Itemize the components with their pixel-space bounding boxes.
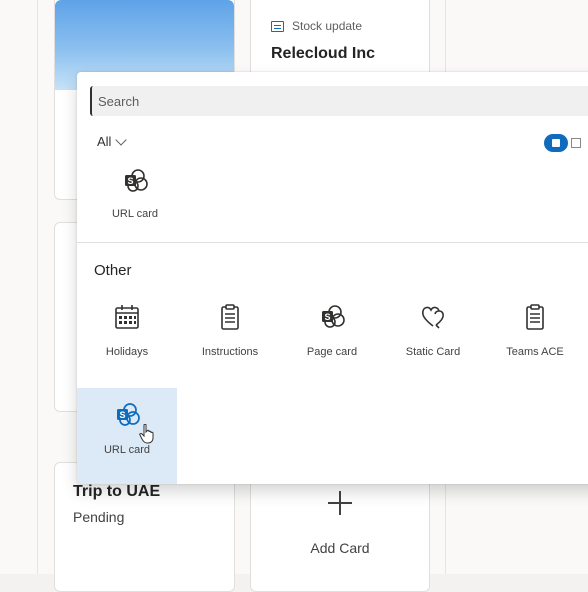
card-tile-static-card[interactable]: Static Card xyxy=(383,294,483,374)
add-icon xyxy=(328,491,352,515)
card-tile-page-card[interactable]: S Page card xyxy=(282,294,382,374)
card-tile-label: URL card xyxy=(111,208,159,220)
clipboard-icon xyxy=(221,304,239,330)
card-tile-label: Static Card xyxy=(405,346,461,358)
clipboard-icon xyxy=(526,304,544,330)
grid-view-icon[interactable] xyxy=(544,134,568,152)
add-card-label: Add Card xyxy=(310,540,370,556)
company-name: Relecloud Inc xyxy=(271,45,376,62)
hand-cursor-icon xyxy=(139,424,154,444)
card-picker-panel: All S URL card Other Holidays xyxy=(77,72,588,484)
card-tile-label: Teams ACE xyxy=(506,346,564,358)
card-tile-label: URL card xyxy=(103,444,151,456)
trip-status: Pending xyxy=(73,509,125,525)
card-tile-label: Holidays xyxy=(105,346,149,358)
card-tile-url-top[interactable]: S URL card xyxy=(85,160,185,240)
card-tile-label: Page card xyxy=(306,346,358,358)
sharepoint-page-icon: S xyxy=(322,305,345,328)
column-divider xyxy=(37,0,38,574)
chevron-down-icon xyxy=(115,133,128,146)
stock-update-label: Stock update xyxy=(271,19,362,33)
card-tile-teams-ace[interactable]: Teams ACE xyxy=(485,294,585,374)
card-tile-holidays[interactable]: Holidays xyxy=(77,294,177,374)
card-tile-label: Instructions xyxy=(201,346,259,358)
stock-update-text: Stock update xyxy=(292,19,363,33)
card-tile-instructions[interactable]: Instructions xyxy=(180,294,280,374)
stock-icon xyxy=(271,20,284,32)
sharepoint-card-icon: S xyxy=(125,169,148,192)
filter-selected: All xyxy=(97,134,112,149)
list-view-icon[interactable] xyxy=(571,138,581,148)
section-title-other: Other xyxy=(94,262,132,279)
view-toggle[interactable] xyxy=(544,134,584,152)
sharepoint-card-icon: S xyxy=(117,403,140,426)
filter-dropdown[interactable]: All xyxy=(97,133,128,149)
svg-text:S: S xyxy=(127,176,133,186)
search-input[interactable] xyxy=(90,86,588,116)
svg-text:S: S xyxy=(324,312,330,322)
trip-title: Trip to UAE xyxy=(73,483,161,500)
section-divider xyxy=(77,242,588,243)
svg-text:S: S xyxy=(119,410,125,420)
card-tile-url-card[interactable]: S URL card xyxy=(77,388,177,484)
heart-chat-icon xyxy=(421,306,444,329)
calendar-icon xyxy=(115,305,139,329)
